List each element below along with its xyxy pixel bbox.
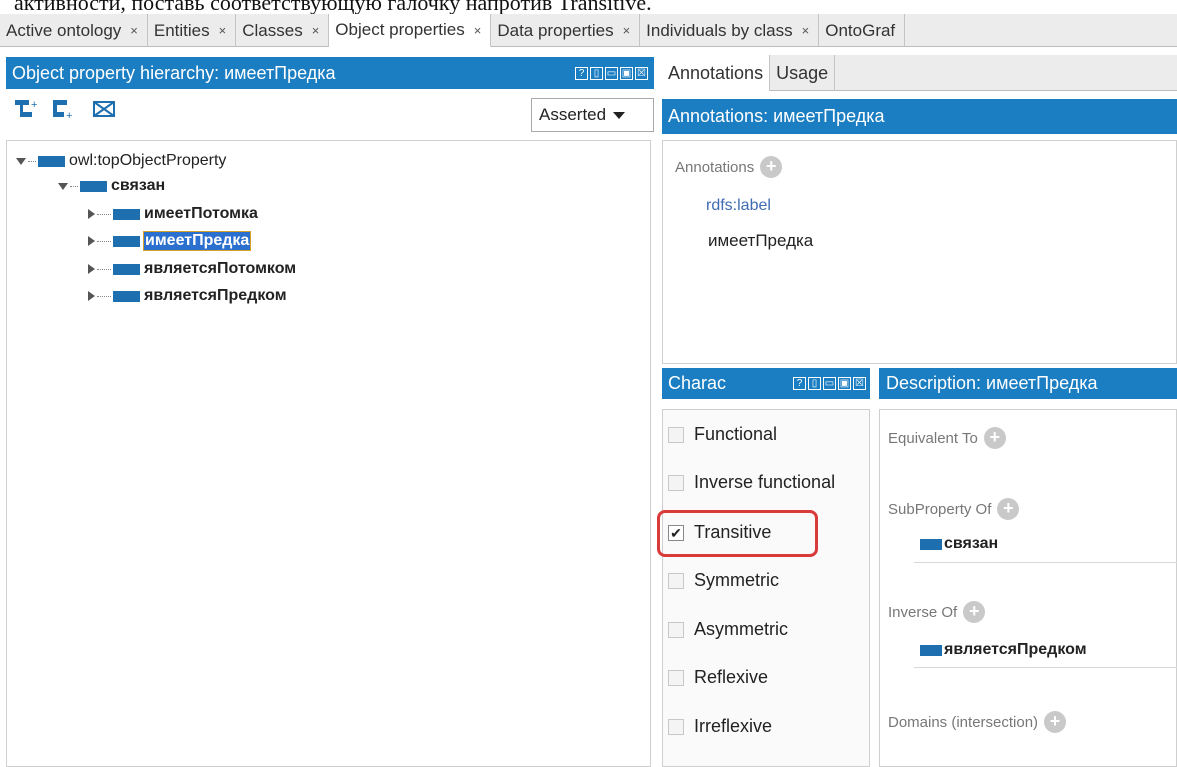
hierarchy-header: Object property hierarchy: имеетПредка ?…: [6, 57, 654, 89]
property-icon: [920, 644, 942, 656]
close-view-icon[interactable]: ☒: [853, 377, 866, 390]
tab-object-properties[interactable]: Object properties ×: [329, 14, 492, 47]
checkbox[interactable]: [668, 718, 684, 735]
add-sibling-property-icon[interactable]: +: [50, 97, 76, 121]
divider: [914, 667, 1177, 668]
reflexive-checkbox[interactable]: Reflexive: [668, 667, 768, 688]
help-icon[interactable]: ?: [575, 66, 588, 80]
annotation-property-link[interactable]: rdfs:label: [706, 197, 771, 215]
checkbox[interactable]: [668, 669, 684, 686]
property-icon: [80, 180, 107, 192]
irreflexive-checkbox[interactable]: Irreflexive: [668, 716, 772, 737]
property-icon: [920, 538, 942, 550]
annotation-value: имеетПредка: [708, 231, 814, 250]
tab-data-properties[interactable]: Data properties ×: [491, 14, 641, 47]
add-equivalent-button[interactable]: +: [983, 427, 1006, 449]
tree-node[interactable]: owl:topObjectProperty: [16, 152, 226, 170]
property-icon: [113, 263, 140, 275]
tab-annotations[interactable]: Annotations: [662, 55, 771, 91]
split-horizontal-icon[interactable]: ▭: [823, 377, 836, 390]
add-annotation-button[interactable]: +: [760, 156, 783, 178]
characteristics-title: Charac: [668, 373, 727, 393]
symmetric-checkbox[interactable]: Symmetric: [668, 570, 779, 591]
checkbox[interactable]: [668, 426, 684, 443]
close-icon[interactable]: ×: [802, 23, 810, 38]
tab-active-ontology[interactable]: Active ontology ×: [0, 14, 148, 47]
tab-classes[interactable]: Classes ×: [236, 14, 330, 47]
maximize-icon[interactable]: ▣: [838, 377, 851, 390]
tree-node[interactable]: являетсяПредком: [88, 287, 287, 305]
equivalent-to-label: Equivalent To +: [888, 427, 1006, 449]
annotations-usage-tabs: Annotations Usage: [662, 55, 1177, 91]
annotations-title: Annotations: имеетПредка: [668, 106, 885, 126]
tab-ontograf[interactable]: OntoGraf: [819, 14, 906, 47]
help-icon[interactable]: ?: [793, 377, 806, 390]
collapse-icon[interactable]: [88, 264, 95, 274]
characteristics-header: Charac ? ▯ ▭ ▣ ☒: [662, 368, 870, 399]
add-sub-property-icon[interactable]: +: [13, 97, 39, 121]
property-icon: [113, 290, 140, 302]
inverse-value[interactable]: являетсяПредком: [920, 641, 1087, 659]
domains-label: Domains (intersection) +: [888, 711, 1067, 733]
tab-individuals-by-class[interactable]: Individuals by class ×: [640, 14, 820, 47]
subproperty-value[interactable]: связан: [920, 535, 998, 553]
close-icon[interactable]: ×: [623, 23, 631, 38]
hierarchy-mode-select[interactable]: Asserted: [531, 98, 654, 132]
tab-entities[interactable]: Entities ×: [148, 14, 237, 47]
svg-text:+: +: [66, 110, 72, 121]
tree-node[interactable]: связан: [58, 177, 165, 195]
property-icon: [38, 155, 65, 167]
expand-icon[interactable]: [16, 157, 26, 165]
checkbox[interactable]: [668, 474, 684, 491]
close-icon[interactable]: ×: [474, 23, 482, 38]
chevron-down-icon: [613, 111, 626, 119]
description-header: Description: имеетПредка: [879, 368, 1177, 399]
tab-usage[interactable]: Usage: [770, 55, 836, 91]
collapse-icon[interactable]: [88, 236, 95, 246]
close-icon[interactable]: ×: [130, 23, 138, 38]
split-vertical-icon[interactable]: ▯: [808, 377, 821, 390]
expand-icon[interactable]: [58, 182, 68, 190]
collapse-icon[interactable]: [88, 291, 95, 301]
subproperty-of-label: SubProperty Of +: [888, 498, 1020, 520]
collapse-icon[interactable]: [88, 209, 95, 219]
property-icon: [113, 208, 140, 220]
hierarchy-title: Object property hierarchy: имеетПредка: [12, 62, 336, 83]
split-vertical-icon[interactable]: ▯: [590, 66, 603, 80]
functional-checkbox[interactable]: Functional: [668, 424, 777, 445]
maximize-icon[interactable]: ▣: [620, 66, 633, 80]
split-horizontal-icon[interactable]: ▭: [605, 66, 618, 80]
property-icon: [113, 235, 140, 247]
transitive-highlight-outline: [657, 510, 818, 557]
close-icon[interactable]: ×: [219, 23, 227, 38]
tree-node[interactable]: являетсяПотомком: [88, 260, 296, 278]
checkbox[interactable]: [668, 572, 684, 589]
add-inverse-button[interactable]: +: [963, 601, 986, 623]
tree-node-selected[interactable]: имеетПредка: [88, 231, 252, 251]
close-view-icon[interactable]: ☒: [635, 66, 648, 80]
add-domain-button[interactable]: +: [1044, 711, 1067, 733]
view-controls: ? ▯ ▭ ▣ ☒: [575, 66, 648, 80]
divider: [914, 562, 1177, 563]
svg-text:+: +: [31, 99, 37, 111]
add-subproperty-button[interactable]: +: [997, 498, 1020, 520]
main-tab-bar: Active ontology × Entities × Classes × Obje…: [0, 14, 1177, 47]
inverse-of-label: Inverse Of +: [888, 601, 986, 623]
annotations-header: Annotations: имеетПредка: [662, 99, 1177, 134]
view-controls: ? ▯ ▭ ▣ ☒: [793, 377, 866, 390]
checkbox[interactable]: [668, 621, 684, 638]
delete-property-icon[interactable]: [91, 97, 117, 121]
close-icon[interactable]: ×: [312, 23, 320, 38]
annotations-label: Annotations +: [675, 156, 783, 178]
asymmetric-checkbox[interactable]: Asymmetric: [668, 619, 788, 640]
inverse-functional-checkbox[interactable]: Inverse functional: [668, 472, 835, 493]
tree-node[interactable]: имеетПотомка: [88, 205, 258, 223]
description-title: Description: имеетПредка: [886, 373, 1098, 393]
